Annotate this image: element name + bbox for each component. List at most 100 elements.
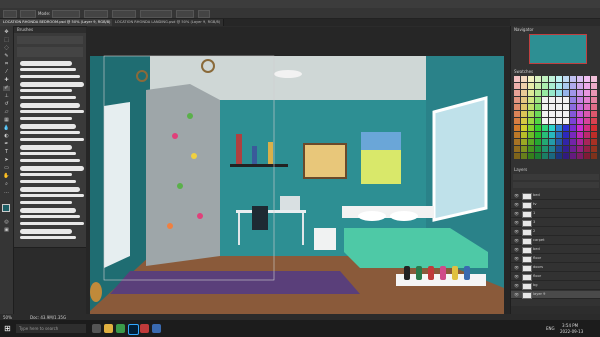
- color-swatch[interactable]: [521, 153, 527, 159]
- chrome-icon[interactable]: [116, 324, 125, 333]
- color-swatch[interactable]: [549, 139, 555, 145]
- color-swatch[interactable]: [556, 125, 562, 131]
- color-swatch[interactable]: [535, 153, 541, 159]
- color-swatch[interactable]: [577, 146, 583, 152]
- color-swatch[interactable]: [584, 146, 590, 152]
- color-swatch[interactable]: [570, 90, 576, 96]
- color-swatch[interactable]: [570, 146, 576, 152]
- quick-select-tool-icon[interactable]: ✎: [3, 54, 10, 59]
- color-swatch[interactable]: [549, 111, 555, 117]
- color-swatch[interactable]: [521, 90, 527, 96]
- color-swatch[interactable]: [556, 153, 562, 159]
- color-swatch[interactable]: [542, 132, 548, 138]
- visibility-eye-icon[interactable]: 👁: [514, 220, 519, 225]
- color-swatch[interactable]: [570, 104, 576, 110]
- color-swatch[interactable]: [514, 153, 520, 159]
- color-swatch[interactable]: [542, 104, 548, 110]
- color-swatch[interactable]: [514, 146, 520, 152]
- color-swatch[interactable]: [521, 111, 527, 117]
- color-swatch[interactable]: [570, 76, 576, 82]
- color-swatch[interactable]: [577, 153, 583, 159]
- color-swatch[interactable]: [570, 97, 576, 103]
- color-swatch[interactable]: [556, 83, 562, 89]
- color-swatch[interactable]: [514, 139, 520, 145]
- color-swatch[interactable]: [549, 125, 555, 131]
- color-swatch[interactable]: [549, 90, 555, 96]
- color-swatch[interactable]: [542, 146, 548, 152]
- brush-stroke-preset[interactable]: [20, 89, 72, 92]
- color-swatch[interactable]: [521, 146, 527, 152]
- color-swatch[interactable]: [521, 125, 527, 131]
- color-swatch[interactable]: [577, 104, 583, 110]
- brush-stroke-preset[interactable]: [20, 131, 80, 134]
- color-swatch[interactable]: [528, 76, 534, 82]
- color-swatch[interactable]: [577, 111, 583, 117]
- visibility-eye-icon[interactable]: 👁: [514, 274, 519, 279]
- color-swatch[interactable]: [563, 90, 569, 96]
- color-swatch[interactable]: [521, 83, 527, 89]
- canvas-area[interactable]: [86, 27, 510, 314]
- color-swatch[interactable]: [570, 83, 576, 89]
- color-swatch[interactable]: [563, 146, 569, 152]
- layer-row[interactable]: 👁 carpet: [511, 237, 600, 245]
- brush-stroke-preset[interactable]: [20, 82, 84, 87]
- blend-mode-row[interactable]: [513, 182, 599, 188]
- eyedropper-tool-icon[interactable]: ⁄: [3, 70, 10, 75]
- color-swatch[interactable]: [591, 132, 597, 138]
- brush-stroke-preset[interactable]: [20, 96, 76, 99]
- layers-filter-row[interactable]: [513, 174, 599, 180]
- marquee-tool-icon[interactable]: ⬚: [3, 38, 10, 43]
- color-swatch[interactable]: [563, 132, 569, 138]
- color-swatch[interactable]: [542, 83, 548, 89]
- color-swatch[interactable]: [528, 153, 534, 159]
- color-swatch[interactable]: [591, 153, 597, 159]
- color-swatch[interactable]: [563, 76, 569, 82]
- color-swatch[interactable]: [556, 111, 562, 117]
- brush-stroke-preset[interactable]: [20, 145, 72, 150]
- brush-stroke-preset[interactable]: [20, 117, 72, 120]
- color-swatch[interactable]: [584, 125, 590, 131]
- path-select-tool-icon[interactable]: ➤: [3, 158, 10, 163]
- color-swatch[interactable]: [584, 132, 590, 138]
- color-swatch[interactable]: [542, 76, 548, 82]
- pen-tool-icon[interactable]: ✒: [3, 142, 10, 147]
- visibility-eye-icon[interactable]: 👁: [514, 292, 519, 297]
- gradient-tool-icon[interactable]: ▦: [3, 118, 10, 123]
- color-swatch[interactable]: [535, 90, 541, 96]
- color-swatch[interactable]: [542, 153, 548, 159]
- layer-row[interactable]: 👁 doors: [511, 264, 600, 272]
- shape-tool-icon[interactable]: ▭: [3, 166, 10, 171]
- visibility-eye-icon[interactable]: 👁: [514, 229, 519, 234]
- brush-stroke-preset[interactable]: [20, 180, 76, 183]
- color-swatch[interactable]: [528, 90, 534, 96]
- quick-mask-icon[interactable]: ◎: [3, 220, 10, 225]
- color-swatch[interactable]: [556, 139, 562, 145]
- brush-stroke-preset[interactable]: [20, 75, 80, 78]
- canvas-artwork[interactable]: [86, 27, 510, 314]
- color-swatch[interactable]: [591, 146, 597, 152]
- brush-stroke-preset[interactable]: [20, 187, 80, 192]
- color-swatch[interactable]: [570, 139, 576, 145]
- brush-tool-icon[interactable]: ✐: [3, 86, 10, 91]
- brush-stroke-preset[interactable]: [20, 229, 72, 234]
- color-swatch[interactable]: [528, 146, 534, 152]
- clock-time[interactable]: 3:54 PM: [562, 323, 578, 328]
- color-swatch[interactable]: [563, 111, 569, 117]
- color-swatch[interactable]: [528, 111, 534, 117]
- blur-tool-icon[interactable]: 💧: [3, 126, 10, 131]
- layer-row[interactable]: 👁 floor: [511, 255, 600, 263]
- smoothing-field[interactable]: [140, 10, 172, 18]
- layer-row[interactable]: 👁 1: [511, 210, 600, 218]
- brush-stroke-preset[interactable]: [20, 215, 80, 218]
- opacity-field[interactable]: [84, 10, 108, 18]
- brush-stroke-preset[interactable]: [20, 103, 80, 108]
- color-swatch[interactable]: [528, 132, 534, 138]
- hand-tool-icon[interactable]: ✋: [3, 174, 10, 179]
- color-swatch[interactable]: [556, 132, 562, 138]
- color-swatch[interactable]: [528, 97, 534, 103]
- brush-presets-row[interactable]: [17, 47, 83, 57]
- brush-stroke-preset[interactable]: [20, 236, 76, 239]
- symmetry-button[interactable]: [198, 10, 210, 18]
- visibility-eye-icon[interactable]: 👁: [514, 238, 519, 243]
- color-swatch[interactable]: [521, 97, 527, 103]
